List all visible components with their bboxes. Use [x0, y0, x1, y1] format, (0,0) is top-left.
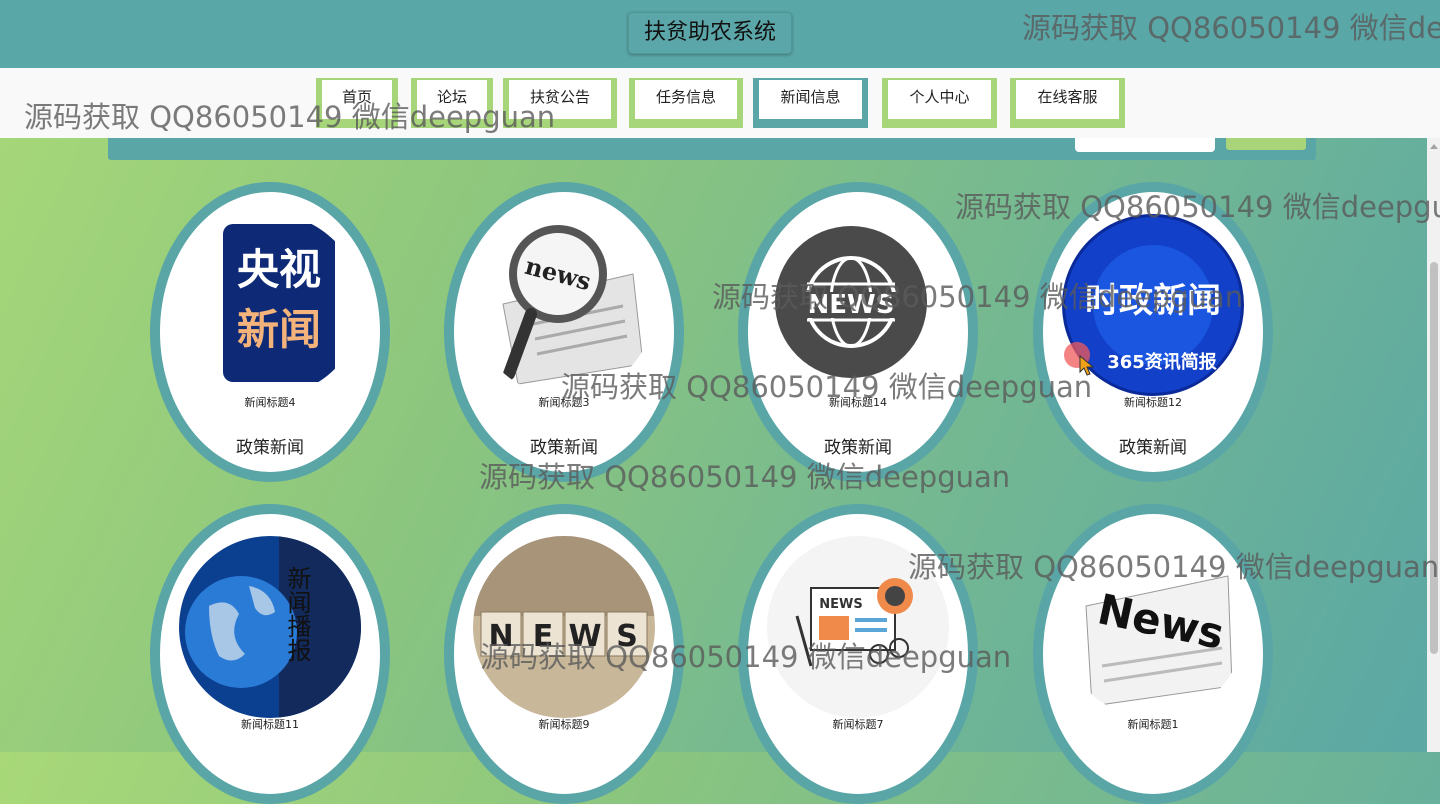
- news-card[interactable]: NEWS 新闻标题7: [738, 504, 978, 804]
- news-card[interactable]: 新闻播报 新闻标题11: [150, 504, 390, 804]
- news-card[interactable]: news 新闻标题3 政策新闻: [444, 182, 684, 482]
- scroll-up-arrow-icon[interactable]: [1430, 144, 1438, 149]
- news-title: 新闻标题9: [538, 718, 590, 731]
- cctv-text-line2: 新闻: [237, 305, 321, 354]
- news-title: 新闻标题4: [244, 396, 296, 409]
- newspaper-news-image: News: [1062, 536, 1244, 718]
- news-card[interactable]: News 新闻标题1: [1033, 504, 1273, 804]
- news-flat-illustration-image: NEWS: [767, 536, 949, 718]
- system-title: 扶贫助农系统: [628, 12, 792, 54]
- nav-item-announcements[interactable]: 扶贫公告: [503, 78, 617, 128]
- block-letter-n: N: [488, 619, 513, 654]
- news-globe-image: NEWS: [767, 214, 949, 396]
- cctv-news-logo-image: 央视 新闻: [179, 214, 361, 396]
- news-title: 新闻标题11: [241, 718, 299, 731]
- block-letter-s: S: [616, 619, 638, 654]
- news-title: 新闻标题1: [1127, 718, 1179, 731]
- nav-item-home[interactable]: 首页: [316, 78, 398, 128]
- news-title: 新闻标题3: [538, 396, 590, 409]
- news-card[interactable]: NEWS 新闻标题14 政策新闻: [738, 182, 978, 482]
- news-category: 政策新闻: [236, 438, 304, 458]
- news-category: 政策新闻: [824, 438, 892, 458]
- nav-item-forum[interactable]: 论坛: [411, 78, 493, 128]
- globe-news-text: NEWS: [808, 290, 895, 320]
- cctv-text-line1: 央视: [237, 245, 321, 294]
- flat-news-text: NEWS: [819, 597, 862, 612]
- broadcast-vertical-text: 新闻播报: [283, 566, 311, 662]
- shizheng-text: 时政新闻: [1085, 281, 1221, 321]
- block-letter-w: W: [568, 619, 601, 654]
- news-card[interactable]: N E W S 新闻标题9: [444, 504, 684, 804]
- news-card[interactable]: 时政新闻 365资讯简报 新闻标题12 政策新闻: [1033, 182, 1273, 482]
- news-broadcast-image: 新闻播报: [179, 536, 361, 718]
- nav-item-personal-center[interactable]: 个人中心: [882, 78, 997, 128]
- nav-item-news[interactable]: 新闻信息: [753, 78, 868, 128]
- newspaper-magnifier-image: news: [473, 214, 655, 396]
- scrollbar-thumb[interactable]: [1430, 262, 1438, 654]
- news-card[interactable]: 央视 新闻 新闻标题4 政策新闻: [150, 182, 390, 482]
- mouse-pointer-icon: [1079, 355, 1095, 376]
- news-category: 政策新闻: [530, 438, 598, 458]
- news-title: 新闻标题7: [832, 718, 884, 731]
- nav-item-tasks[interactable]: 任务信息: [629, 78, 743, 128]
- news-category: 政策新闻: [1119, 438, 1187, 458]
- news-blocks-image: N E W S: [473, 536, 655, 718]
- search-button[interactable]: [1226, 138, 1306, 150]
- nav-item-online-service[interactable]: 在线客服: [1010, 78, 1125, 128]
- news-title: 新闻标题12: [1124, 396, 1182, 409]
- search-input[interactable]: [1075, 138, 1215, 152]
- news-title: 新闻标题14: [829, 396, 887, 409]
- block-letter-e: E: [533, 619, 554, 654]
- shizheng-sub-text: 365资讯简报: [1107, 351, 1217, 373]
